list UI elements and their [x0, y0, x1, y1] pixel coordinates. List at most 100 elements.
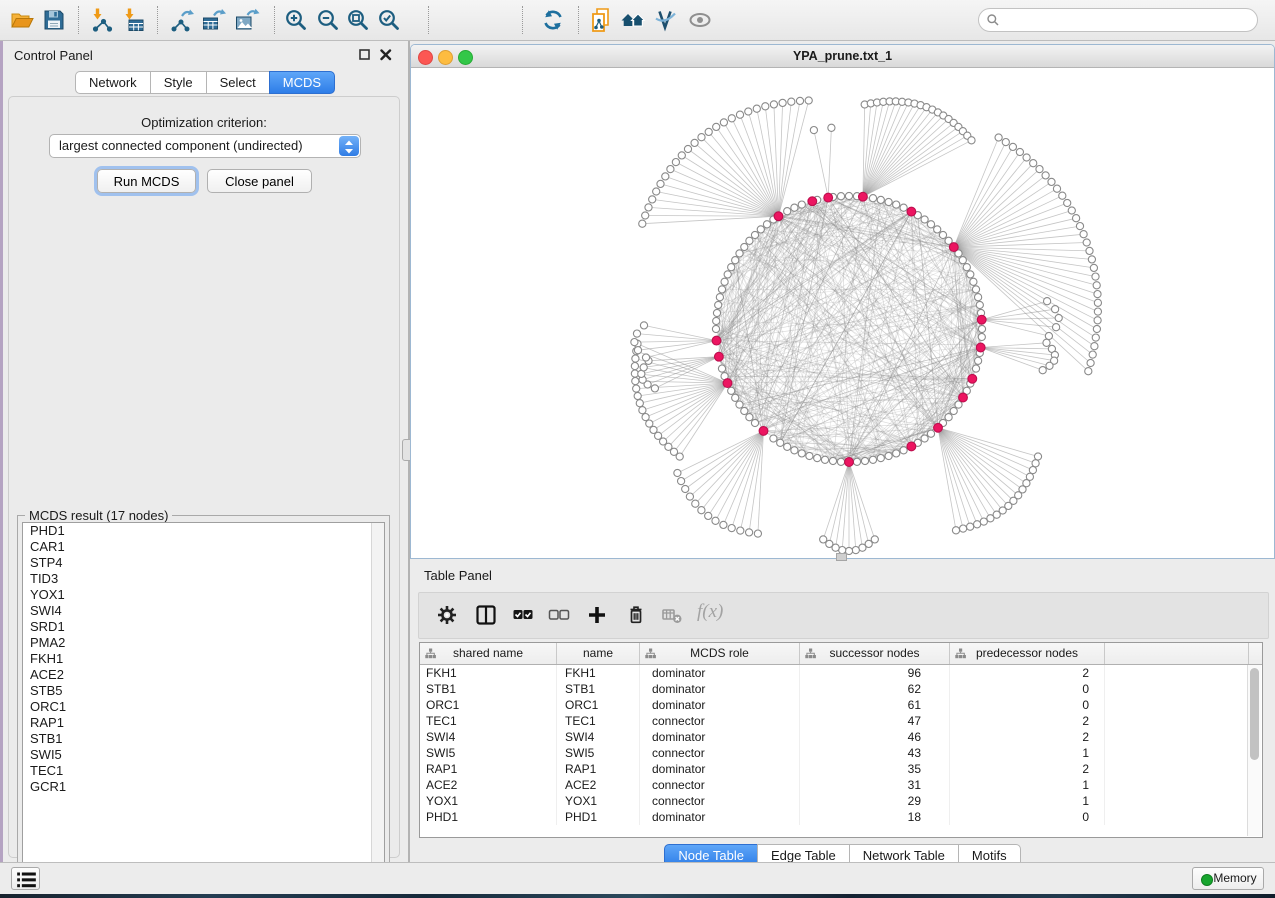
graph-node[interactable]	[1092, 334, 1099, 341]
graph-node[interactable]	[1053, 185, 1060, 192]
graph-node[interactable]	[885, 198, 892, 205]
delete-column-icon[interactable]	[625, 604, 647, 626]
table-row[interactable]: ORC1ORC1dominator610	[420, 697, 1262, 713]
graph-node[interactable]	[732, 394, 739, 401]
graph-node[interactable]	[751, 231, 758, 238]
graph-node[interactable]	[1080, 231, 1087, 238]
graph-node[interactable]	[1053, 324, 1060, 331]
graph-dominator-node[interactable]	[774, 212, 783, 221]
graph-node[interactable]	[798, 450, 805, 457]
graph-node[interactable]	[1032, 460, 1039, 467]
graph-node[interactable]	[746, 414, 753, 421]
mcds-result-list[interactable]: PHD1CAR1STP4TID3YOX1SWI4SRD1PMA2FKH1ACE2…	[22, 522, 385, 883]
optimization-criterion-select[interactable]: largest connected component (undirected)	[49, 134, 361, 158]
graph-dominator-node[interactable]	[715, 352, 724, 361]
graph-node[interactable]	[678, 152, 685, 159]
graph-node[interactable]	[814, 455, 821, 462]
graph-node[interactable]	[741, 407, 748, 414]
column-header-predecessor-nodes[interactable]: predecessor nodes	[950, 643, 1105, 664]
graph-node[interactable]	[972, 286, 979, 293]
graph-node[interactable]	[921, 216, 928, 223]
graph-node[interactable]	[634, 347, 641, 354]
zoom-in-icon[interactable]	[283, 7, 309, 33]
maximize-window-icon[interactable]	[458, 50, 473, 65]
show-columns-icon[interactable]	[475, 604, 497, 626]
graph-node[interactable]	[978, 333, 985, 340]
mcds-result-node[interactable]: TID3	[23, 571, 384, 587]
graph-dominator-node[interactable]	[977, 315, 986, 324]
graph-node[interactable]	[745, 108, 752, 115]
graph-node[interactable]	[978, 325, 985, 332]
graph-node[interactable]	[967, 523, 974, 530]
run-mcds-button[interactable]: Run MCDS	[97, 169, 196, 193]
graph-node[interactable]	[1042, 172, 1049, 179]
column-header-shared-name[interactable]: shared name	[420, 643, 557, 664]
graph-node[interactable]	[900, 204, 907, 211]
graph-node[interactable]	[724, 271, 731, 278]
mcds-result-node[interactable]: STP4	[23, 555, 384, 571]
graph-node[interactable]	[728, 264, 735, 271]
graph-node[interactable]	[820, 536, 827, 543]
graph-node[interactable]	[877, 196, 884, 203]
graph-node[interactable]	[631, 339, 638, 346]
graph-node[interactable]	[1016, 148, 1023, 155]
graph-node[interactable]	[1094, 299, 1101, 306]
graph-node[interactable]	[753, 105, 760, 112]
graph-node[interactable]	[791, 447, 798, 454]
export-network-icon[interactable]	[169, 7, 195, 33]
graph-dominator-node[interactable]	[949, 243, 958, 252]
graph-dominator-node[interactable]	[934, 423, 943, 432]
graph-node[interactable]	[1029, 467, 1036, 474]
graph-node[interactable]	[1009, 143, 1016, 150]
graph-node[interactable]	[715, 301, 722, 308]
close-panel-icon[interactable]	[379, 48, 393, 62]
graph-node[interactable]	[720, 119, 727, 126]
graph-node[interactable]	[1088, 256, 1095, 263]
graph-node[interactable]	[784, 443, 791, 450]
graph-node[interactable]	[691, 139, 698, 146]
graph-node[interactable]	[1083, 239, 1090, 246]
graph-node[interactable]	[1094, 317, 1101, 324]
graph-node[interactable]	[718, 365, 725, 372]
graph-node[interactable]	[684, 145, 691, 152]
graph-node[interactable]	[737, 527, 744, 534]
minimize-window-icon[interactable]	[438, 50, 453, 65]
graph-node[interactable]	[686, 493, 693, 500]
column-header-name[interactable]: name	[557, 643, 640, 664]
graph-node[interactable]	[1073, 215, 1080, 222]
graph-node[interactable]	[837, 458, 844, 465]
graph-node[interactable]	[972, 365, 979, 372]
graph-node[interactable]	[636, 400, 643, 407]
graph-node[interactable]	[713, 317, 720, 324]
graph-node[interactable]	[1087, 359, 1094, 366]
column-header-successor-nodes[interactable]: successor nodes	[800, 643, 950, 664]
graph-node[interactable]	[1023, 154, 1030, 161]
mcds-result-node[interactable]: STB5	[23, 683, 384, 699]
zoom-out-icon[interactable]	[315, 7, 341, 33]
graph-node[interactable]	[754, 530, 761, 537]
graph-node[interactable]	[1055, 314, 1062, 321]
graph-node[interactable]	[853, 458, 860, 465]
graph-node[interactable]	[1036, 166, 1043, 173]
graph-node[interactable]	[770, 435, 777, 442]
graph-node[interactable]	[639, 220, 646, 227]
mcds-result-node[interactable]: RAP1	[23, 715, 384, 731]
graph-node[interactable]	[788, 98, 795, 105]
graph-node[interactable]	[651, 385, 658, 392]
mcds-result-node[interactable]: ACE2	[23, 667, 384, 683]
network-from-file-icon[interactable]	[589, 7, 615, 33]
graph-node[interactable]	[751, 419, 758, 426]
graph-node[interactable]	[718, 286, 725, 293]
graph-node[interactable]	[952, 527, 959, 534]
table-row[interactable]: SWI4SWI4dominator462	[420, 729, 1262, 745]
column-header-filler[interactable]	[1105, 643, 1249, 664]
network-graph[interactable]	[411, 68, 1274, 558]
graph-node[interactable]	[805, 97, 812, 104]
graph-node[interactable]	[640, 364, 647, 371]
table-scrollbar-thumb[interactable]	[1250, 668, 1259, 760]
graph-node[interactable]	[657, 180, 664, 187]
deselect-all-icon[interactable]	[548, 604, 570, 626]
graph-dominator-node[interactable]	[968, 374, 977, 383]
graph-node[interactable]	[974, 521, 981, 528]
graph-node[interactable]	[1090, 264, 1097, 271]
